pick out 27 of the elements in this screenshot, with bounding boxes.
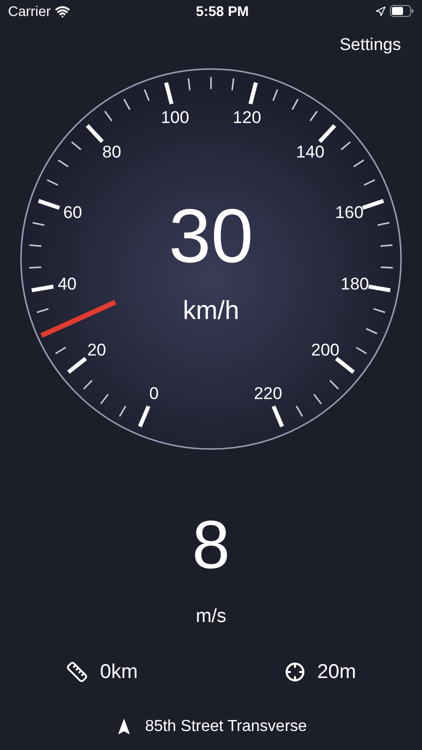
street-name: 85th Street Transverse — [145, 717, 307, 737]
scale-label: 20 — [87, 340, 106, 359]
location-arrow-icon — [374, 6, 386, 16]
speed-value: 30 — [168, 198, 254, 274]
scale-label: 100 — [160, 108, 190, 126]
settings-button[interactable]: Settings — [340, 32, 401, 58]
scale-label: 220 — [254, 383, 282, 402]
speed-ms-value: 8 — [192, 510, 230, 578]
battery-icon — [390, 5, 414, 17]
scale-label: 120 — [232, 108, 262, 126]
speed-unit: km/h — [182, 296, 240, 322]
scale-label: 0 — [149, 383, 159, 402]
scale-label: 80 — [102, 142, 122, 161]
crosshair-icon — [285, 662, 306, 682]
scale-label: 60 — [63, 202, 82, 222]
distance-value: 0km — [100, 660, 138, 685]
scale-label: 140 — [296, 142, 324, 161]
speed-ms-unit: m/s — [196, 604, 226, 628]
accuracy-value: 20m — [317, 660, 356, 685]
clock-time: 5:58 PM — [196, 2, 249, 20]
scale-label: 200 — [311, 340, 340, 359]
scale-label: 40 — [58, 274, 77, 294]
scale-label: 180 — [340, 274, 369, 294]
carrier-label: Carrier — [8, 2, 51, 20]
scale-label: 160 — [335, 202, 364, 222]
wifi-icon — [54, 4, 70, 18]
ruler-icon — [66, 661, 88, 683]
